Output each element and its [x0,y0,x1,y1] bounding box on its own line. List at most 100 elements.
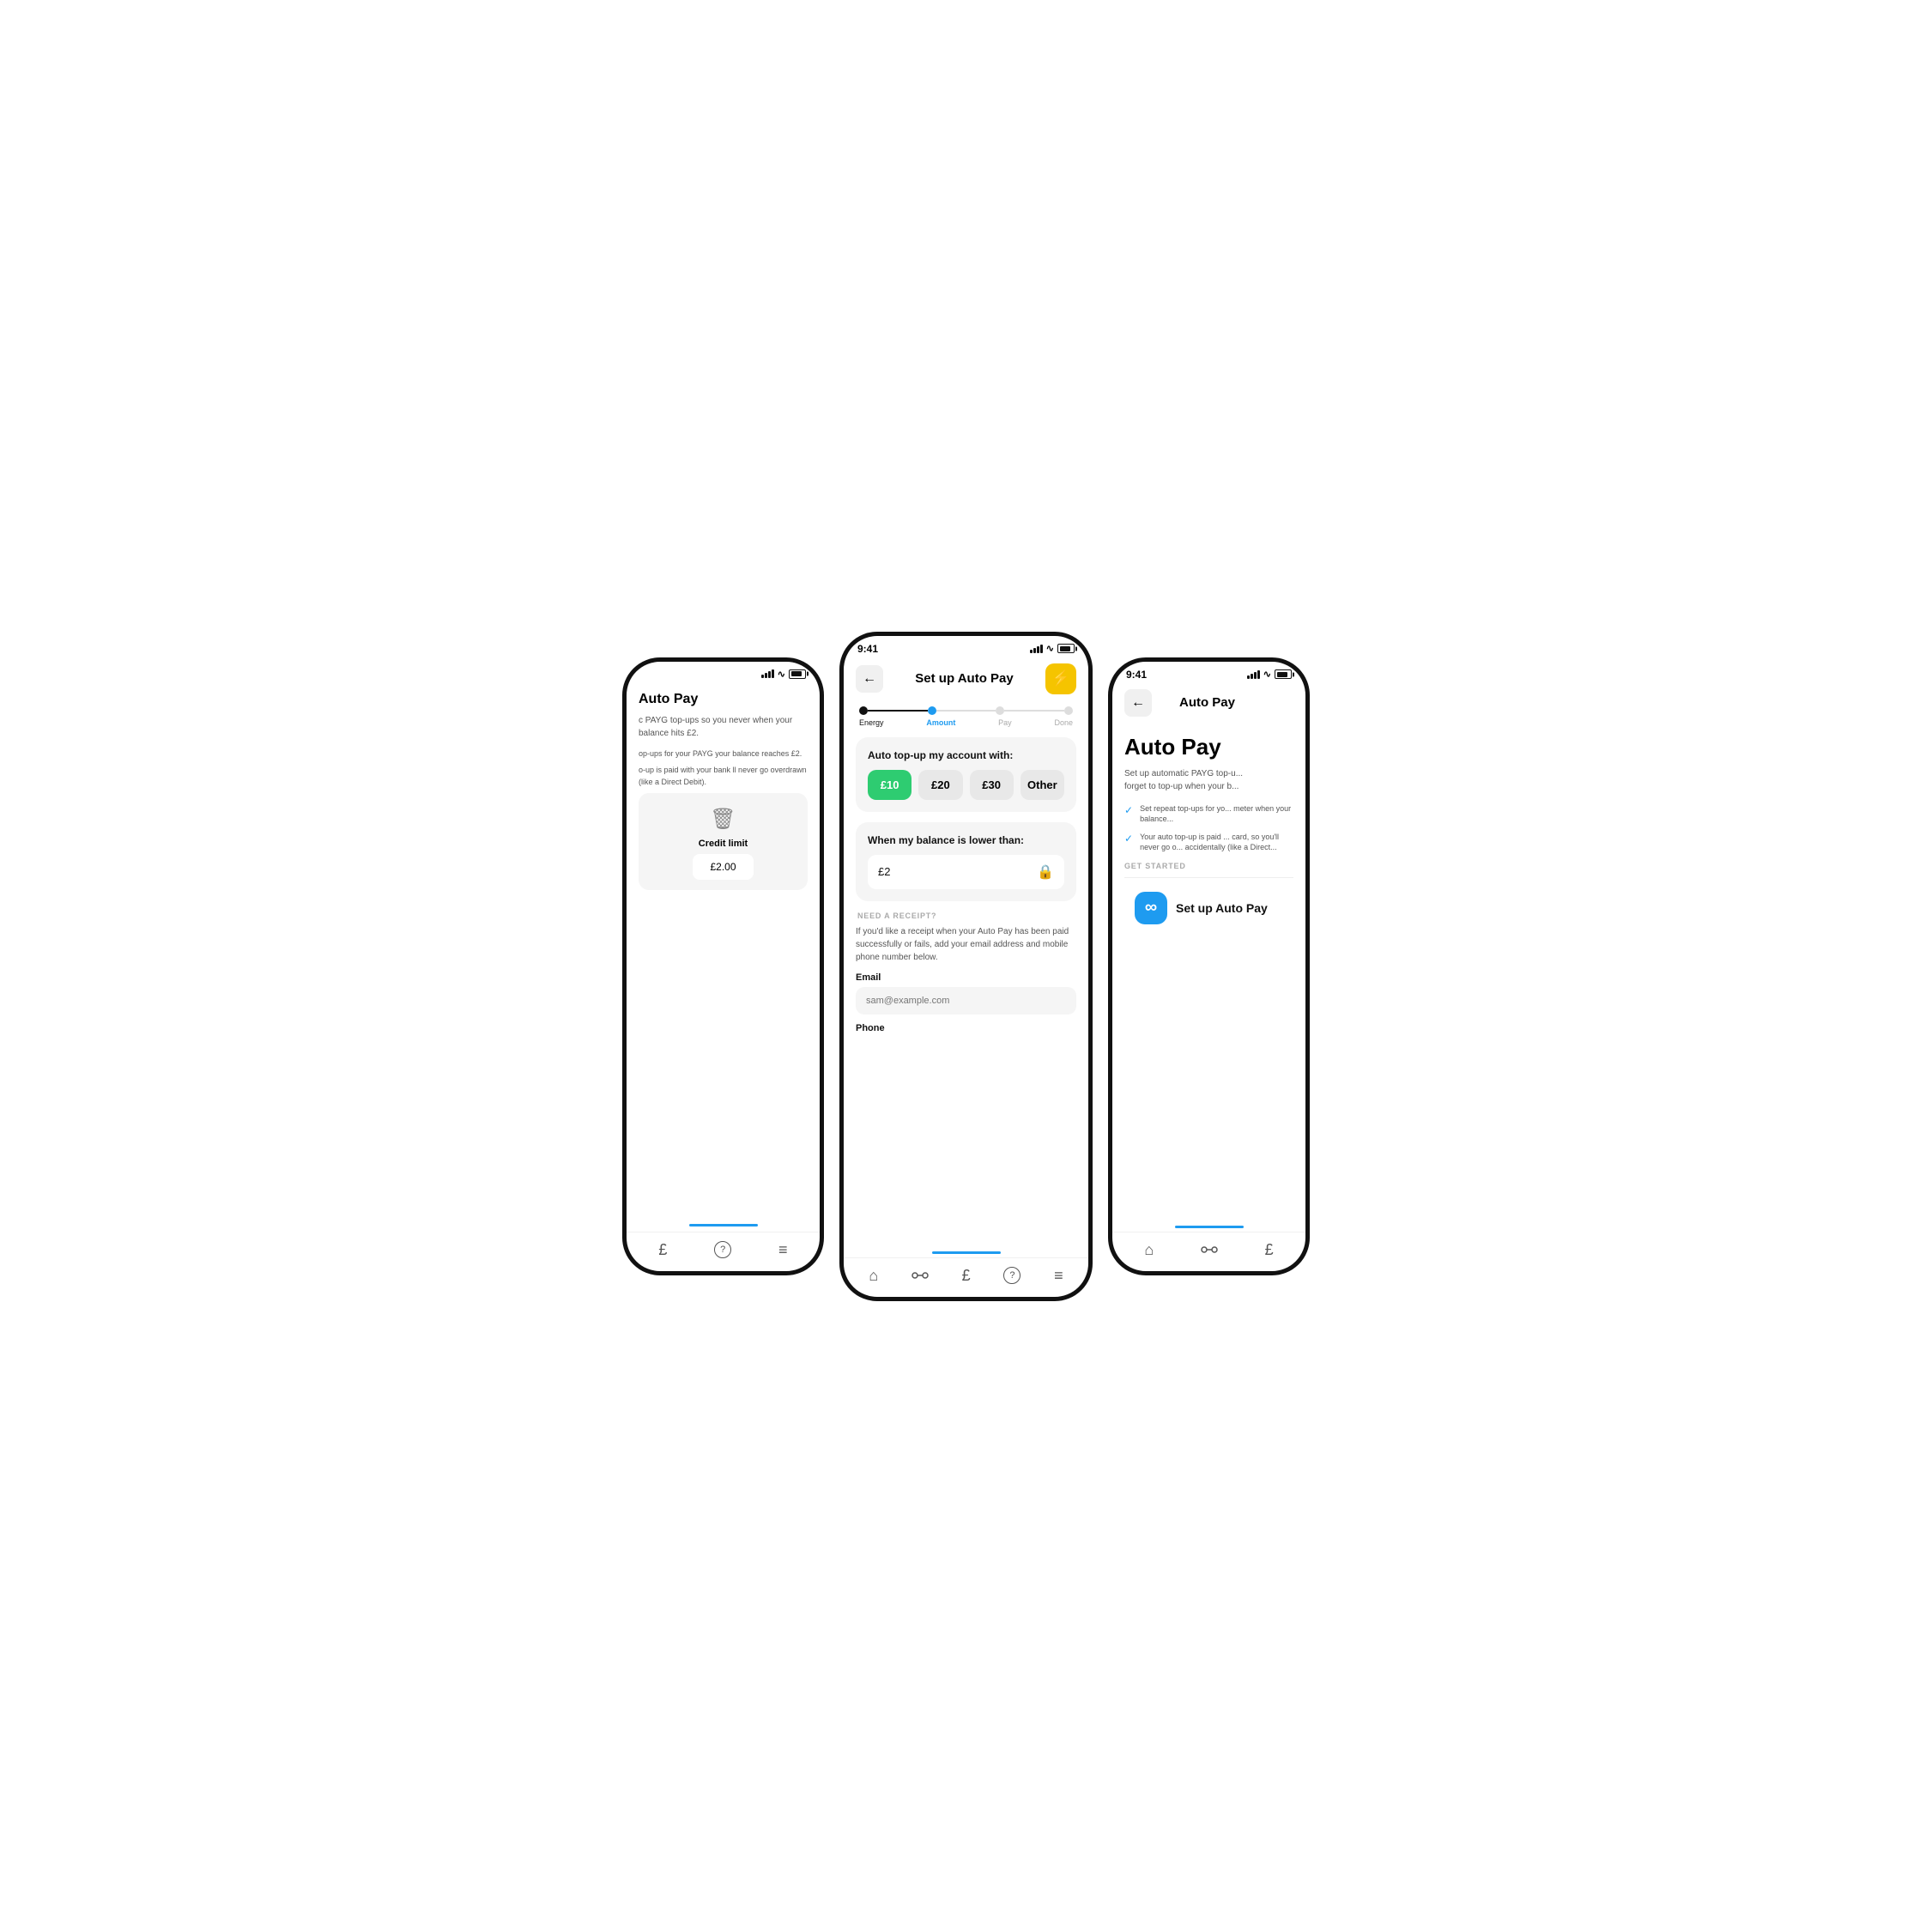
back-button[interactable]: ← [856,665,883,693]
center-nav-pound[interactable]: £ [962,1267,971,1285]
right-pound-icon: £ [1265,1241,1274,1259]
right-nav-title: Auto Pay [1179,695,1235,710]
lock-icon: 🔒 [1037,863,1054,881]
right-back-arrow-icon: ← [1131,695,1145,711]
help-icon: ? [714,1241,731,1258]
trash-icon: 🗑 [710,807,736,832]
right-nav-bar: ← Auto Pay [1112,684,1305,722]
signal-icon [761,669,774,678]
step-line-2 [936,710,996,712]
receipt-desc: If you'd like a receipt when your Auto P… [856,925,1076,964]
right-activity-icon [1201,1244,1218,1256]
step-label-energy: Energy [859,718,884,727]
balance-title: When my balance is lower than: [868,834,1064,846]
check-item-1: ✓ Set repeat top-ups for yo... meter whe… [1124,803,1293,825]
battery-icon [789,669,806,679]
right-back-button[interactable]: ← [1124,689,1152,717]
left-body-text-1: c PAYG top-ups so you never when your ba… [639,714,808,740]
lightning-icon: ⚡ [1051,669,1070,687]
setup-btn-label: Set up Auto Pay [1176,901,1268,915]
credit-limit-label: Credit limit [699,839,748,849]
balance-value: £2 [878,865,890,878]
left-status-bar: ∿ [627,662,820,683]
center-nav-bar: ← Set up Auto Pay ⚡ [844,658,1088,700]
right-nav-activity[interactable] [1201,1244,1218,1256]
right-content: Auto Pay Set up automatic PAYG top-u...f… [1112,722,1305,1222]
center-bottom-indicator [932,1251,1001,1254]
step-line-3 [1004,710,1064,712]
wifi-icon: ∿ [778,669,785,680]
amount-options: £10 £20 £30 Other [868,770,1064,800]
center-nav-activity[interactable] [911,1269,929,1281]
center-wifi-icon: ∿ [1046,643,1054,654]
amount-btn-30[interactable]: £30 [970,770,1014,800]
autopay-heading: Auto Pay [1124,734,1293,760]
left-bottom-nav: £ ? ≡ [627,1232,820,1271]
center-status-bar: 9:41 ∿ [844,636,1088,658]
receipt-section-label: Need a receipt? [856,911,1076,920]
step-dot-done [1064,706,1073,715]
pound-icon: £ [658,1241,667,1259]
left-body-text-2: op-ups for your PAYG your balance reache… [639,748,808,760]
check-icon-2: ✓ [1124,833,1133,845]
progress-steps: Energy Amount Pay Done [844,700,1088,729]
right-bottom-indicator [1175,1226,1244,1228]
amount-btn-20[interactable]: £20 [918,770,962,800]
menu-icon: ≡ [778,1241,788,1259]
center-signal-icon [1030,645,1043,653]
balance-row: £2 🔒 [868,855,1064,889]
right-phone: 9:41 ∿ ← Auto Pay Auto P [1108,657,1310,1275]
nav-icon-pound[interactable]: £ [658,1241,667,1259]
phone-label: Phone [856,1023,1076,1033]
nav-icon-menu[interactable]: ≡ [778,1241,788,1259]
right-nav-home[interactable]: ⌂ [1144,1241,1154,1259]
right-wifi-icon: ∿ [1263,669,1271,680]
nav-icon-help[interactable]: ? [714,1241,731,1258]
check-item-2: ✓ Your auto top-up is paid ... card, so … [1124,832,1293,853]
step-dot-energy [859,706,868,715]
left-page-title: Auto Pay [639,692,808,707]
right-battery-icon [1275,669,1292,679]
check-icon-1: ✓ [1124,804,1133,816]
left-content: Auto Pay c PAYG top-ups so you never whe… [627,683,820,1220]
right-status-bar: 9:41 ∿ [1112,662,1305,684]
right-bottom-nav: ⌂ £ [1112,1232,1305,1271]
credit-limit-value: £2.00 [693,854,753,880]
amount-btn-other[interactable]: Other [1021,770,1064,800]
center-content: Auto top-up my account with: £10 £20 £30… [844,729,1088,1248]
step-label-pay: Pay [998,718,1012,727]
get-started-label: Get Started [1124,862,1293,870]
amount-btn-10[interactable]: £10 [868,770,911,800]
right-status-icons: ∿ [1247,669,1292,680]
bottom-indicator [689,1224,758,1226]
left-phone: ∿ Auto Pay c PAYG top-ups so you never w… [622,657,824,1275]
back-arrow-icon: ← [863,671,876,687]
right-status-time: 9:41 [1126,669,1147,681]
right-signal-icon [1247,670,1260,679]
lightning-button[interactable]: ⚡ [1045,663,1076,694]
right-nav-pound[interactable]: £ [1265,1241,1274,1259]
step-dot-pay [996,706,1004,715]
center-phone: 9:41 ∿ ← Set up Auto Pay ⚡ [839,632,1093,1301]
center-nav-home[interactable]: ⌂ [869,1267,878,1285]
auto-topup-title: Auto top-up my account with: [868,749,1064,761]
center-battery-icon [1057,644,1075,653]
email-label: Email [856,972,1076,983]
step-label-done: Done [1054,718,1073,727]
center-nav-menu[interactable]: ≡ [1054,1267,1063,1285]
setup-autopay-button[interactable]: ∞ Set up Auto Pay [1124,883,1293,933]
email-input[interactable] [856,987,1076,1014]
center-status-icons: ∿ [1030,643,1075,654]
balance-card: When my balance is lower than: £2 🔒 [856,822,1076,901]
center-nav-help[interactable]: ? [1003,1267,1021,1284]
left-body-text-3: o-up is paid with your bank ll never go … [639,765,808,788]
auto-topup-card: Auto top-up my account with: £10 £20 £30… [856,737,1076,812]
left-status-icons: ∿ [761,669,806,680]
center-menu-icon: ≡ [1054,1267,1063,1285]
center-status-time: 9:41 [857,643,878,655]
center-nav-title: Set up Auto Pay [915,671,1013,686]
center-pound-icon: £ [962,1267,971,1285]
right-home-icon: ⌂ [1144,1241,1154,1259]
step-line-1 [868,710,928,712]
autopay-desc: Set up automatic PAYG top-u...forget to … [1124,767,1293,793]
